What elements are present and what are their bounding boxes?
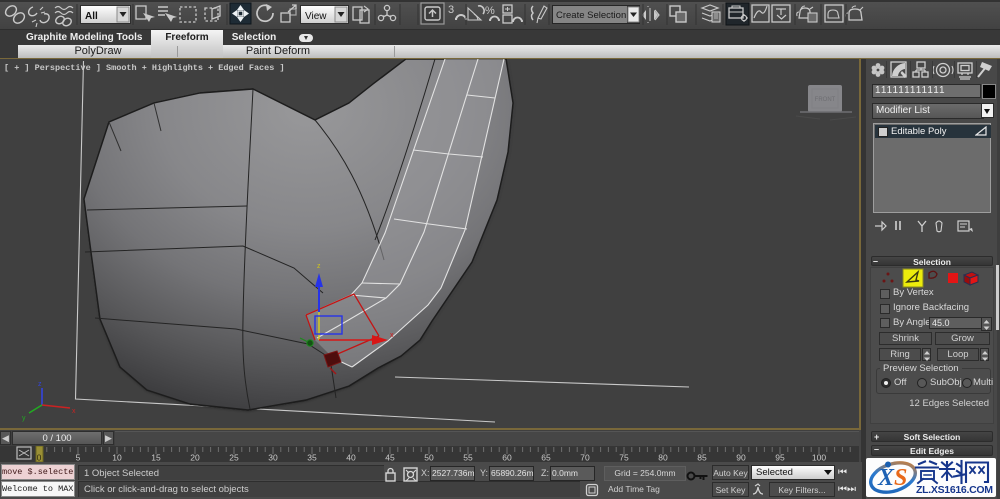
svg-text:75: 75	[619, 453, 629, 463]
svg-text:95: 95	[775, 453, 785, 463]
svg-text:y: y	[22, 415, 26, 422]
svg-text:85: 85	[697, 453, 707, 463]
svg-text:25: 25	[229, 453, 239, 463]
svg-text:X: X	[877, 465, 895, 491]
svg-text:z: z	[38, 381, 42, 388]
svg-text:FRONT: FRONT	[815, 97, 836, 103]
svg-text:55: 55	[463, 453, 473, 463]
svg-text:35: 35	[307, 453, 317, 463]
svg-text:%: %	[485, 5, 495, 17]
svg-text:3: 3	[448, 4, 454, 16]
svg-text:90: 90	[736, 453, 746, 463]
svg-text:z: z	[317, 263, 321, 270]
svg-text:ZL.XS1616.COM: ZL.XS1616.COM	[916, 484, 993, 496]
svg-text:80: 80	[658, 453, 668, 463]
svg-text:100: 100	[812, 453, 826, 463]
svg-text:50: 50	[424, 453, 434, 463]
svg-text:0: 0	[37, 453, 42, 463]
svg-text:5: 5	[76, 453, 81, 463]
svg-text:S: S	[894, 465, 907, 491]
svg-text:All: All	[85, 11, 98, 22]
svg-text:15: 15	[151, 453, 161, 463]
svg-text:40: 40	[346, 453, 356, 463]
svg-text:45: 45	[385, 453, 395, 463]
svg-text:60: 60	[502, 453, 512, 463]
svg-text:70: 70	[580, 453, 590, 463]
svg-text:View: View	[305, 11, 327, 22]
svg-text:30: 30	[268, 453, 278, 463]
svg-text:65: 65	[541, 453, 551, 463]
svg-text:10: 10	[112, 453, 122, 463]
svg-text:x: x	[72, 408, 76, 415]
svg-text:20: 20	[190, 453, 200, 463]
svg-text:[ + ] Perspective ] Smooth + H: [ + ] Perspective ] Smooth + Highlights …	[4, 63, 285, 73]
svg-text:x: x	[390, 332, 394, 339]
